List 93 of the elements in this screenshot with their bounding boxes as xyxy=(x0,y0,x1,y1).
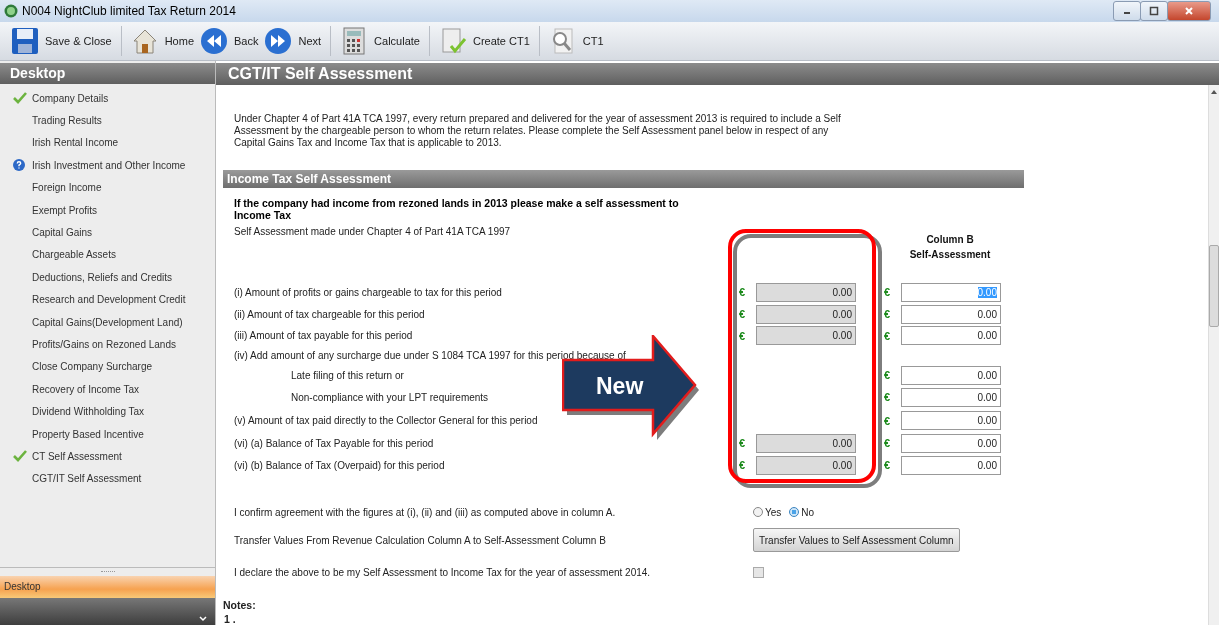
toolbar-button[interactable]: Save & Close xyxy=(8,24,115,58)
form-label: (vi) (b) Balance of Tax (Overpaid) for this period xyxy=(234,459,446,471)
form-label: (vi) (a) Balance of Tax Payable for this period xyxy=(234,437,435,449)
sidebar-item[interactable]: Close Company Surcharge xyxy=(0,355,215,379)
toolbar-button[interactable]: Home xyxy=(127,24,197,58)
currency-symbol: € xyxy=(884,286,891,298)
toolbar-button[interactable]: Next xyxy=(261,24,325,58)
sidebar-item[interactable]: CGT/IT Self Assessment xyxy=(0,467,215,491)
question-heading: If the company had income from rezoned lands in 2013 please make a self assessment to Income Tax xyxy=(234,197,680,221)
scrollbar-thumb[interactable] xyxy=(1209,245,1219,327)
checkmark-icon xyxy=(13,92,27,105)
currency-symbol: € xyxy=(884,391,891,403)
amount-input[interactable]: 0.00 xyxy=(901,365,1001,385)
form-label: I confirm agreement with the figures at (i), (ii) and (iii) as computed above in column A. xyxy=(234,506,617,518)
rewind-icon xyxy=(200,27,228,55)
amount-input[interactable]: 0.00 xyxy=(901,387,1001,407)
calculated-field: 0.00 xyxy=(756,433,856,453)
form-label: Late filing of this return or xyxy=(290,369,405,381)
sidebar-header: Desktop xyxy=(0,63,215,84)
sidebar-item[interactable]: Capital Gains(Development Land) xyxy=(0,310,215,334)
radio-option[interactable]: No xyxy=(789,506,815,518)
sidebar-item[interactable]: Irish Investment and Other Income xyxy=(0,154,215,177)
notes-heading: Notes: xyxy=(223,599,257,611)
checkmark-icon xyxy=(13,450,27,463)
calculated-field: 0.00 xyxy=(756,455,856,475)
form-label: Non-compliance with your LPT requirements xyxy=(290,391,490,403)
calculated-field: 0.00 xyxy=(756,326,856,345)
sidebar-item[interactable]: Deductions, Reliefs and Credits xyxy=(0,266,215,289)
sidebar-item[interactable]: Irish Rental Income xyxy=(0,131,215,155)
toolbar-button[interactable]: Back xyxy=(197,24,262,58)
amount-input[interactable]: 0.00 xyxy=(901,304,1001,324)
currency-symbol: € xyxy=(884,414,891,427)
sidebar-item[interactable]: Exempt Profits xyxy=(0,198,215,222)
help-icon xyxy=(13,159,25,172)
callout-label: New xyxy=(596,373,644,400)
amount-input[interactable]: 0.00 xyxy=(901,411,1001,430)
sidebar-item[interactable]: Research and Development Credit xyxy=(0,288,215,311)
form-subtitle: Self Assessment made under Chapter 4 of Part 41A TCA 1997 xyxy=(234,226,512,239)
currency-symbol: € xyxy=(884,329,891,342)
sidebar-item[interactable]: Company Details xyxy=(0,87,215,110)
intro-paragraph: Under Chapter 4 of Part 41A TCA 1997, every return prepared and delivered for the year of assessment 2013 is required to include a Self Assessment by the chargeable person to whom the return relates. Please complete the Self Assessment panel below in respect of any Capital Gains Tax and Income Tax that is applicable to 2013. xyxy=(234,113,842,149)
currency-symbol: € xyxy=(739,459,746,471)
vertical-scrollbar[interactable] xyxy=(1208,85,1219,625)
sidebar-item[interactable]: Capital Gains xyxy=(0,221,215,244)
currency-symbol: € xyxy=(884,437,891,449)
minimize-button[interactable] xyxy=(1113,1,1141,21)
currency-symbol: € xyxy=(884,308,891,320)
sidebar-item[interactable]: Chargeable Assets xyxy=(0,243,215,267)
column-heading: Column B xyxy=(926,233,974,247)
currency-symbol: € xyxy=(739,286,746,298)
amount-input[interactable]: 0.00 xyxy=(901,455,1001,475)
sidebar-item[interactable]: Dividend Withholding Tax xyxy=(0,400,215,423)
sidebar-item[interactable]: Profits/Gains on Rezoned Lands xyxy=(0,333,215,356)
close-button[interactable] xyxy=(1167,1,1211,21)
form-label: I declare the above to be my Self Assessment to Income Tax for the year of assessment 2014. xyxy=(234,566,652,578)
app-logo-icon xyxy=(4,4,18,18)
form-label: (v) Amount of tax paid directly to the Collector General for this period xyxy=(234,415,539,426)
currency-symbol: € xyxy=(884,459,891,471)
fast-forward-icon xyxy=(264,27,293,55)
form-label: (iii) Amount of tax payable for this period xyxy=(234,330,414,341)
calculated-field: 0.00 xyxy=(756,282,856,302)
toolbar-button[interactable]: CT1 xyxy=(545,24,607,58)
close-icon xyxy=(1184,6,1194,16)
section-header: Income Tax Self Assessment xyxy=(223,170,1024,188)
sidebar-item[interactable]: Property Based Incentive xyxy=(0,422,215,446)
form-label: (ii) Amount of tax chargeable for this period xyxy=(234,308,426,320)
form-label: (i) Amount of profits or gains chargeable to tax for this period xyxy=(234,286,503,298)
amount-input[interactable]: 0.00 xyxy=(901,326,1001,345)
scroll-up-icon xyxy=(1210,89,1218,95)
currency-symbol: € xyxy=(739,329,746,342)
sidebar-item[interactable]: Recovery of Income Tax xyxy=(0,378,215,401)
toolbar-button[interactable]: Calculate xyxy=(337,24,423,58)
sidebar-item[interactable]: CT Self Assessment xyxy=(0,445,215,468)
form-label: (iv) Add amount of any surcharge due under S 1084 TCA 1997 for this period because of xyxy=(234,350,627,361)
note-text: 1 . xyxy=(224,613,237,625)
column-heading: Self-Assessment xyxy=(909,248,991,262)
radio-option[interactable]: Yes xyxy=(753,506,782,518)
form-label: Transfer Values From Revenue Calculation Column A to Self-Assessment Column B xyxy=(234,534,607,546)
transfer-button[interactable]: Transfer Values to Self Assessment Column xyxy=(753,528,960,552)
page-title: CGT/IT Self Assessment xyxy=(216,63,1219,85)
amount-input[interactable]: 0.00 xyxy=(901,433,1001,453)
maximize-icon xyxy=(1149,6,1159,16)
currency-symbol: € xyxy=(739,308,746,320)
navigation-pane-button[interactable]: Desktop xyxy=(0,576,215,598)
calculated-field: 0.00 xyxy=(756,304,856,324)
maximize-button[interactable] xyxy=(1140,1,1168,21)
chevron-down-icon xyxy=(199,616,207,622)
window-title: N004 NightClub limited Tax Return 2014 xyxy=(22,4,236,18)
toolbar-button[interactable]: Create CT1 xyxy=(435,24,533,58)
currency-symbol: € xyxy=(739,437,746,449)
currency-symbol: € xyxy=(884,369,891,381)
sidebar-item[interactable]: Foreign Income xyxy=(0,176,215,199)
sidebar-item[interactable]: Trading Results xyxy=(0,109,215,132)
